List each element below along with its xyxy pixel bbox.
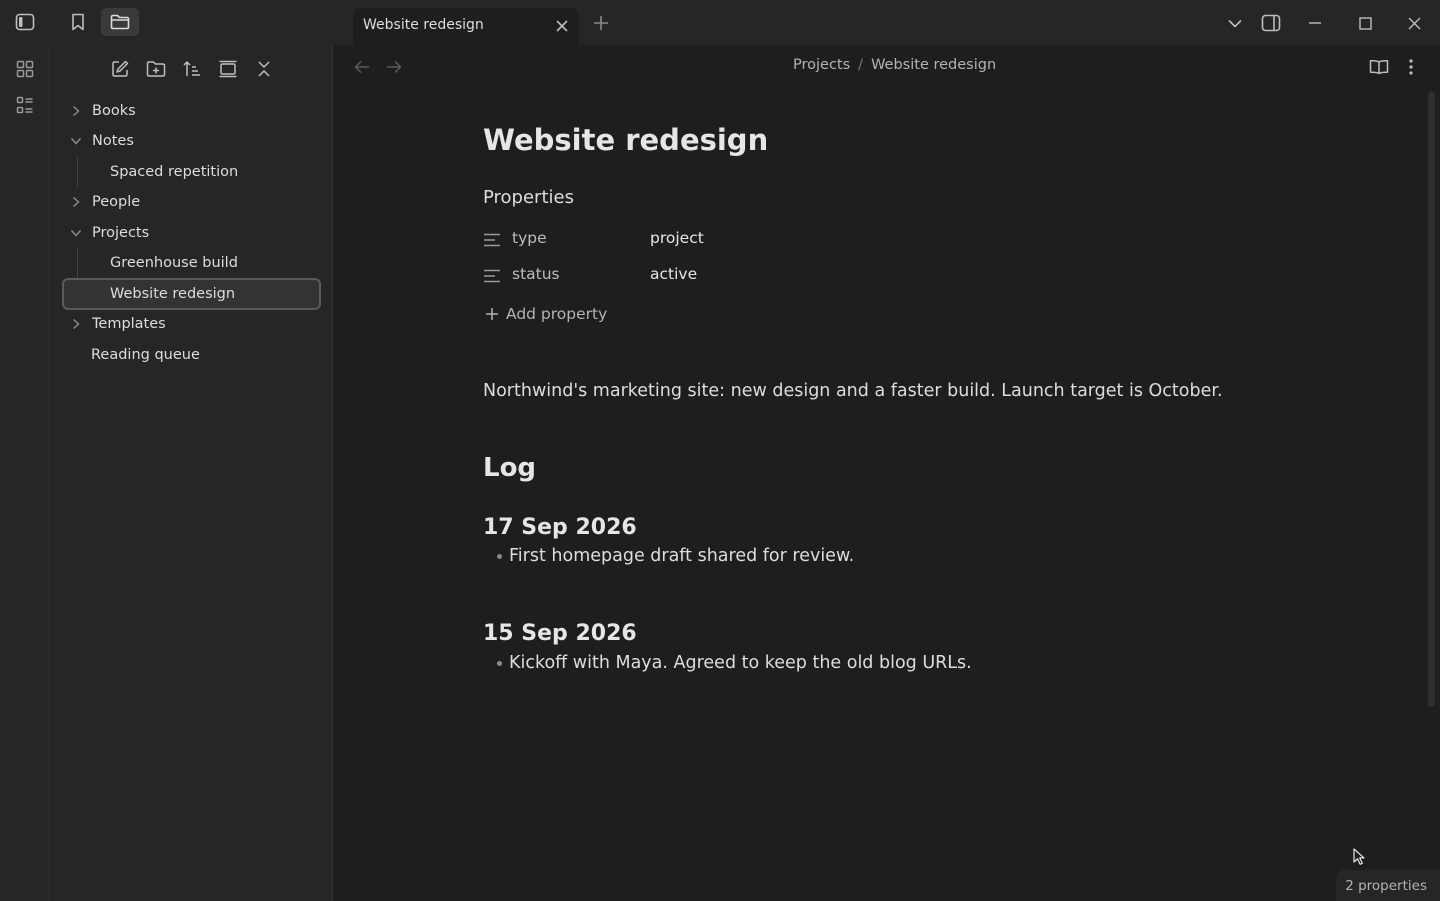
tree-item-label: Spaced repetition	[110, 164, 239, 180]
heading-log: Log	[483, 453, 537, 483]
minimize-icon[interactable]	[1302, 10, 1328, 36]
tree-indent-guide	[77, 157, 78, 187]
chevron-down-icon[interactable]	[1222, 10, 1248, 36]
properties-heading[interactable]: Properties	[483, 187, 574, 208]
arrow-left-icon[interactable]	[350, 55, 374, 79]
property-row-status[interactable]: status active	[483, 261, 983, 291]
tree-item-label: Notes	[92, 133, 134, 149]
scrollbar[interactable]	[1428, 91, 1435, 707]
file-explorer: Books Notes Spaced repetition People Pro…	[50, 45, 333, 901]
chevron-right-icon	[68, 194, 84, 210]
tree-file-reading-queue[interactable]: Reading queue	[91, 340, 328, 370]
note-paragraph: Northwind's marketing site: new design a…	[483, 381, 1223, 401]
explorer-toolbar	[106, 55, 278, 83]
tree-folder-people[interactable]: People	[68, 187, 328, 217]
more-options-icon[interactable]	[1398, 54, 1424, 80]
property-row-type[interactable]: type project	[483, 225, 983, 255]
bullet-dot	[497, 553, 502, 559]
window-close-icon[interactable]	[1401, 10, 1427, 36]
property-value[interactable]: project	[650, 229, 704, 247]
tree-file-greenhouse-build[interactable]: Greenhouse build	[110, 248, 328, 278]
bookmark-icon[interactable]	[62, 8, 94, 36]
ribbon	[0, 45, 50, 901]
property-value[interactable]: active	[650, 265, 697, 283]
sort-icon[interactable]	[178, 55, 206, 83]
mouse-cursor-icon	[1353, 848, 1365, 865]
title-bar: Website redesign	[0, 0, 1440, 45]
reading-view-icon[interactable]	[1366, 54, 1392, 80]
tree-item-label: Reading queue	[91, 347, 200, 363]
tree-folder-templates[interactable]: Templates	[68, 309, 328, 339]
properties-count[interactable]: 2 properties	[1345, 878, 1427, 894]
add-property-label: Add property	[506, 305, 608, 323]
chevron-down-icon	[68, 225, 84, 241]
tree-folder-books[interactable]: Books	[68, 96, 328, 126]
text-lines-icon	[483, 231, 501, 249]
tree-folder-notes[interactable]: Notes	[68, 126, 328, 156]
collapse-all-icon[interactable]	[250, 55, 278, 83]
tab-website-redesign[interactable]: Website redesign	[353, 8, 579, 45]
canvas-grid-icon[interactable]	[11, 55, 39, 83]
tab-title: Website redesign	[363, 17, 484, 33]
text-lines-icon	[483, 267, 501, 285]
tree-file-website-redesign[interactable]: Website redesign	[62, 278, 321, 310]
close-icon[interactable]	[553, 17, 571, 35]
breadcrumb: Projects / Website redesign	[793, 57, 996, 73]
breadcrumb-parent[interactable]: Projects	[793, 57, 850, 73]
tree-item-label: Templates	[92, 316, 166, 332]
plus-icon[interactable]	[588, 10, 614, 36]
note-title[interactable]: Website redesign	[483, 123, 768, 157]
new-folder-icon[interactable]	[142, 55, 170, 83]
chevron-right-icon	[68, 316, 84, 332]
tree-item-label: Website redesign	[110, 286, 236, 302]
add-property-button[interactable]: Add property	[485, 305, 607, 323]
folder-icon[interactable]	[101, 8, 139, 36]
arrow-right-icon[interactable]	[382, 55, 406, 79]
auto-reveal-icon[interactable]	[214, 55, 242, 83]
tree-item-label: Projects	[92, 225, 150, 241]
chevron-right-icon	[68, 103, 84, 119]
tree-item-label: People	[92, 194, 141, 210]
property-key[interactable]: type	[512, 229, 547, 247]
list-item-text: First homepage draft shared for review.	[509, 546, 855, 566]
status-bar: 2 properties	[1336, 870, 1440, 901]
list-view-icon[interactable]	[11, 91, 39, 119]
maximize-icon[interactable]	[1352, 10, 1378, 36]
log-entry-date: 17 Sep 2026	[483, 515, 637, 540]
tree-file-spaced-repetition[interactable]: Spaced repetition	[110, 157, 328, 187]
bullet-dot	[497, 660, 502, 666]
breadcrumb-separator: /	[858, 57, 864, 73]
breadcrumb-current[interactable]: Website redesign	[871, 57, 996, 73]
list-item-text: Kickoff with Maya. Agreed to keep the ol…	[509, 653, 972, 673]
tree-item-label: Books	[92, 103, 136, 119]
new-note-icon[interactable]	[106, 55, 134, 83]
plus-icon	[486, 308, 498, 320]
toggle-right-sidebar-icon[interactable]	[1258, 10, 1284, 36]
toggle-left-sidebar-icon[interactable]	[9, 8, 41, 36]
list-item: First homepage draft shared for review.	[497, 546, 854, 566]
list-item: Kickoff with Maya. Agreed to keep the ol…	[497, 653, 972, 673]
log-entry-date: 15 Sep 2026	[483, 621, 637, 646]
editor-view: Projects / Website redesign Website rede…	[333, 45, 1440, 901]
property-key[interactable]: status	[512, 265, 560, 283]
tree-folder-projects[interactable]: Projects	[68, 218, 328, 248]
chevron-down-icon	[68, 133, 84, 149]
tree-item-label: Greenhouse build	[110, 255, 238, 271]
